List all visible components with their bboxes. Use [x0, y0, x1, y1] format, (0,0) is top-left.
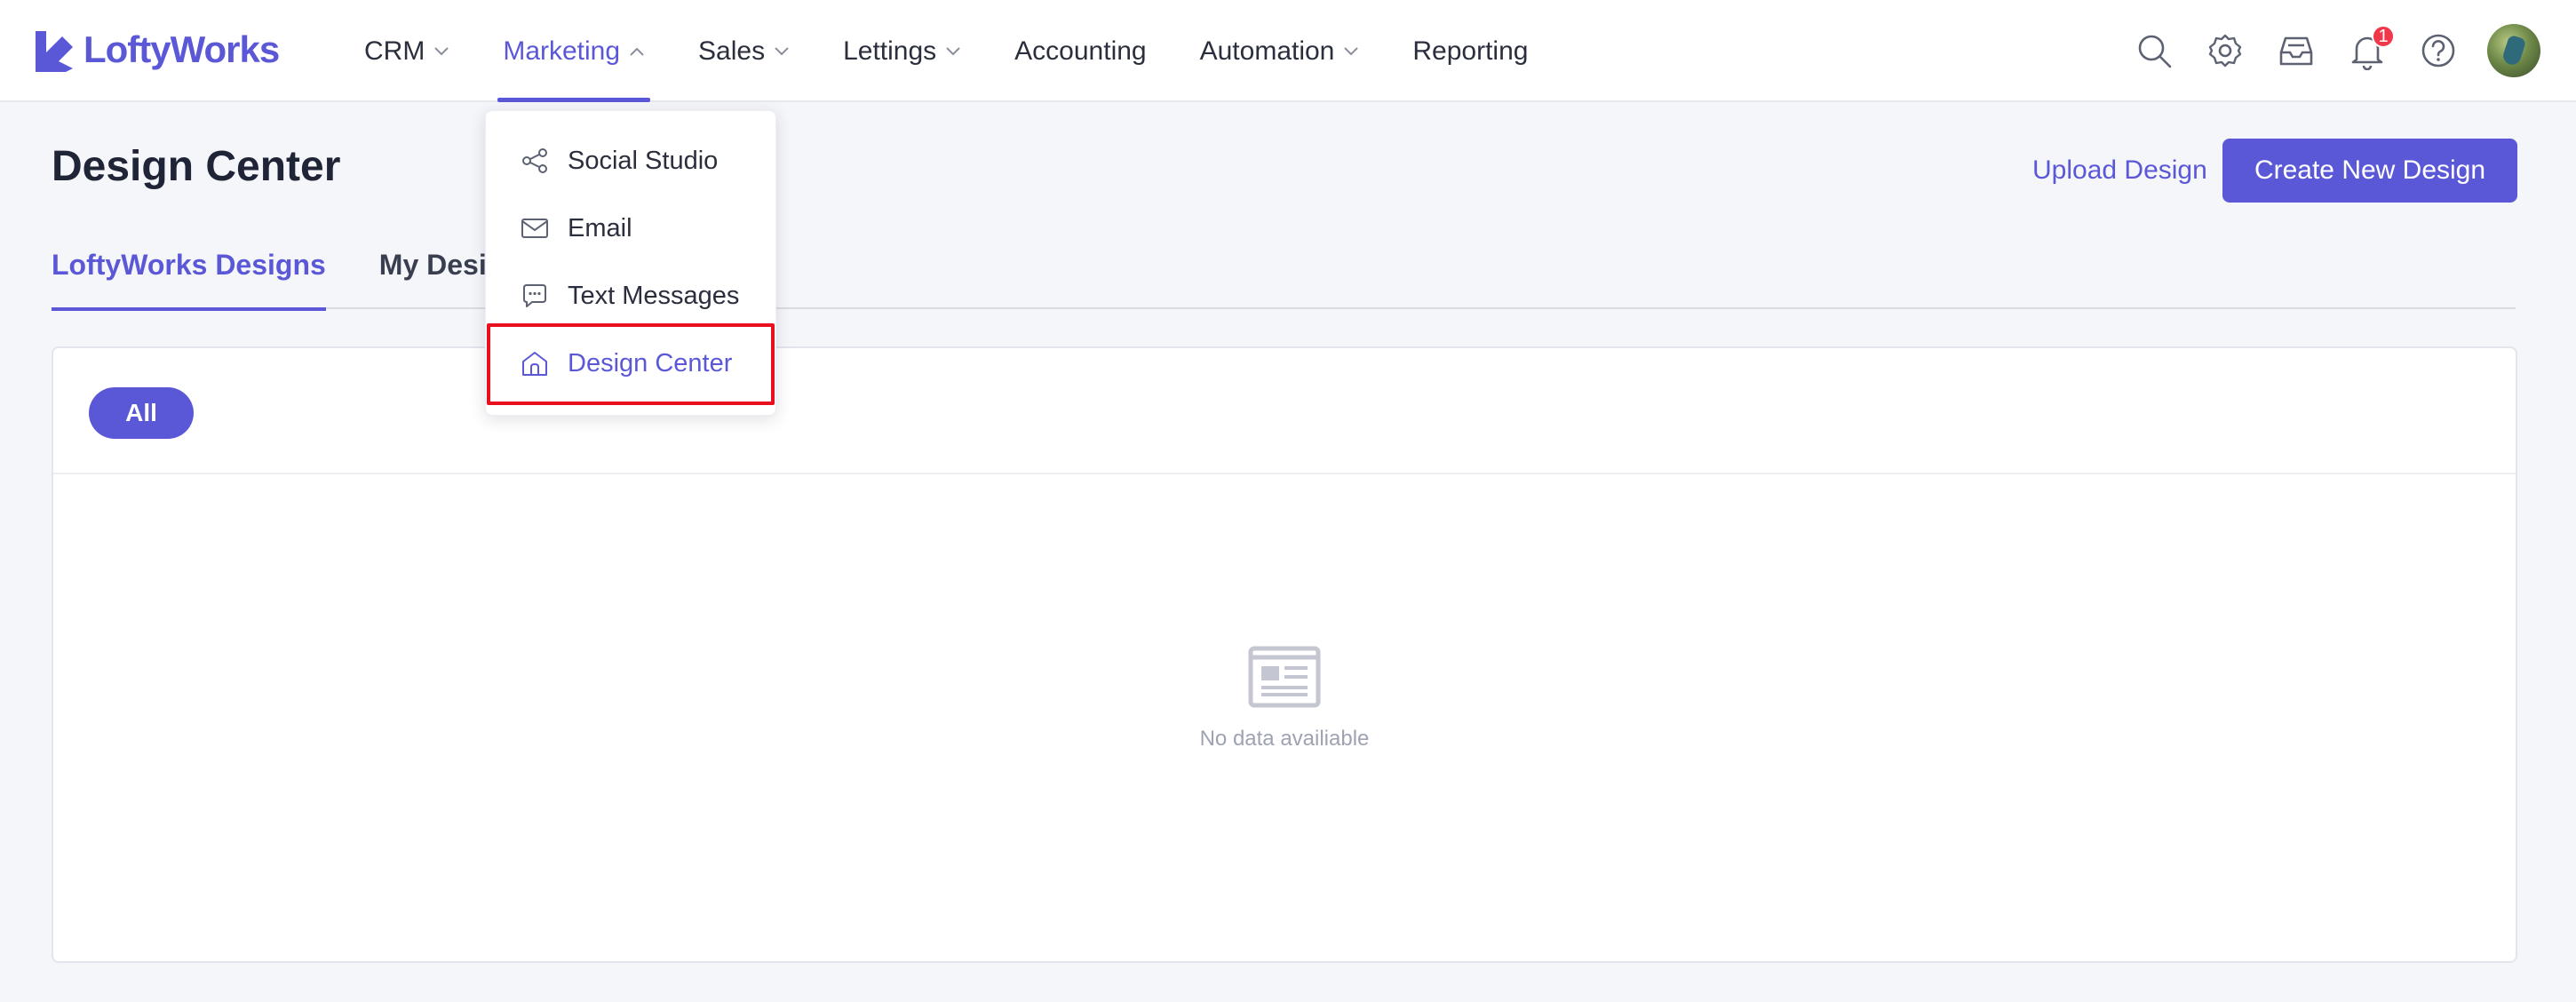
chevron-down-icon [1344, 46, 1359, 55]
help-button[interactable] [2416, 28, 2461, 73]
chevron-down-icon [434, 46, 449, 55]
nav-accounting[interactable]: Accounting [988, 0, 1173, 102]
home-icon [522, 352, 547, 376]
settings-button[interactable] [2203, 28, 2247, 73]
logo-text: LoftyWorks [83, 28, 280, 70]
nav-sales[interactable]: Sales [672, 0, 816, 102]
chevron-up-icon [630, 47, 644, 56]
upload-design-link[interactable]: Upload Design [2032, 155, 2207, 186]
empty-state-text: No data availiable [1199, 727, 1370, 751]
menu-item-email[interactable]: Email [486, 200, 777, 257]
help-icon [2421, 34, 2455, 68]
share-icon [522, 148, 547, 173]
filter-bar: All [53, 348, 2516, 474]
nav-sales-label: Sales [698, 36, 766, 66]
nav-crm-label: CRM [364, 36, 425, 66]
mail-icon [521, 219, 548, 238]
main-nav: CRM Marketing Sales Lettings Accounting … [338, 0, 1554, 102]
chevron-down-icon [775, 46, 789, 55]
designs-panel: All No data availiable [52, 346, 2517, 963]
top-navigation-bar: LoftyWorks CRM Marketing Sales Lettings … [0, 0, 2576, 102]
nav-crm[interactable]: CRM [338, 0, 476, 102]
chat-icon [523, 284, 546, 307]
nav-lettings[interactable]: Lettings [816, 0, 988, 102]
menu-item-label: Design Center [568, 348, 733, 378]
nav-accounting-label: Accounting [1014, 36, 1147, 66]
nav-marketing-label: Marketing [503, 36, 621, 66]
user-avatar[interactable] [2487, 24, 2540, 77]
filter-all-chip[interactable]: All [89, 387, 194, 439]
page-title: Design Center [52, 143, 341, 190]
nav-reporting-label: Reporting [1412, 36, 1529, 66]
notifications-button[interactable]: 1 [2345, 25, 2395, 73]
logo[interactable]: LoftyWorks [32, 25, 280, 75]
loftyworks-logo-icon [36, 31, 73, 72]
inbox-icon [2279, 36, 2313, 66]
no-data-icon [1248, 646, 1321, 708]
menu-item-label: Text Messages [568, 281, 740, 310]
menu-item-design-center[interactable]: Design Center [486, 335, 777, 392]
gear-icon [2208, 34, 2242, 68]
menu-item-label: Social Studio [568, 146, 719, 175]
nav-lettings-label: Lettings [843, 36, 937, 66]
nav-automation[interactable]: Automation [1173, 0, 1387, 102]
notification-badge: 1 [2372, 25, 2395, 48]
menu-item-social-studio[interactable]: Social Studio [486, 132, 777, 189]
chevron-down-icon [946, 46, 960, 55]
inbox-button[interactable] [2274, 28, 2318, 73]
nav-automation-label: Automation [1199, 36, 1335, 66]
search-button[interactable] [2132, 28, 2176, 73]
menu-item-label: Email [568, 213, 632, 243]
empty-state: No data availiable [53, 641, 2516, 752]
nav-marketing[interactable]: Marketing [476, 0, 672, 102]
marketing-dropdown-menu: Social Studio Email Text Messages Design… [485, 110, 776, 416]
create-new-design-button[interactable]: Create New Design [2222, 139, 2517, 203]
nav-reporting[interactable]: Reporting [1386, 0, 1554, 102]
design-tabs: LoftyWorks Designs My Designs [52, 242, 2516, 311]
header-actions: 1 [2105, 21, 2540, 80]
search-icon [2138, 35, 2172, 68]
menu-item-text-messages[interactable]: Text Messages [486, 267, 777, 324]
tab-loftyworks-designs[interactable]: LoftyWorks Designs [52, 242, 326, 311]
